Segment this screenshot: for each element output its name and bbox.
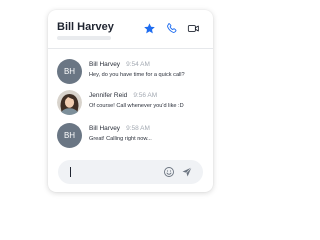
video-camera-icon[interactable] bbox=[187, 22, 200, 35]
message-text: Hey, do you have time for a quick call? bbox=[89, 72, 185, 78]
sender-name: Jennifer Reid bbox=[89, 92, 128, 99]
emoji-icon[interactable] bbox=[163, 166, 175, 178]
contact-name: Bill Harvey bbox=[57, 21, 114, 33]
message-text: Great! Calling right now... bbox=[89, 136, 152, 142]
message-time: 9:54 AM bbox=[126, 61, 150, 68]
chat-window: Bill Harvey BH Bill Harvey 9:54 AM Hey, d… bbox=[48, 10, 213, 192]
message-time: 9:58 AM bbox=[126, 125, 150, 132]
contact-status-placeholder bbox=[57, 36, 111, 40]
sender-name: Bill Harvey bbox=[89, 125, 121, 132]
avatar-initials: BH bbox=[63, 67, 76, 76]
message-item: BH Bill Harvey 9:58 AM Great! Calling rig… bbox=[57, 123, 207, 149]
message-input[interactable] bbox=[68, 164, 158, 180]
star-icon[interactable] bbox=[143, 22, 156, 35]
chat-header: Bill Harvey bbox=[48, 10, 213, 49]
message-item: Jennifer Reid 9:56 AM Of course! Call whe… bbox=[57, 90, 207, 116]
message-time: 9:56 AM bbox=[133, 92, 158, 99]
message-meta: Jennifer Reid 9:56 AM bbox=[89, 92, 157, 99]
message-composer bbox=[58, 160, 203, 184]
avatar-initials: BH bbox=[63, 131, 76, 140]
message-text: Of course! Call whenever you'd like :D bbox=[89, 103, 184, 109]
avatar[interactable]: BH bbox=[57, 123, 82, 148]
message-meta: Bill Harvey 9:54 AM bbox=[89, 61, 150, 68]
avatar[interactable] bbox=[57, 90, 82, 115]
send-icon[interactable] bbox=[181, 166, 193, 178]
sender-name: Bill Harvey bbox=[89, 61, 121, 68]
avatar-photo bbox=[57, 90, 82, 115]
text-cursor bbox=[70, 167, 71, 177]
message-item: BH Bill Harvey 9:54 AM Hey, do you have t… bbox=[57, 59, 207, 85]
phone-icon[interactable] bbox=[165, 22, 178, 35]
avatar[interactable]: BH bbox=[57, 59, 82, 84]
message-meta: Bill Harvey 9:58 AM bbox=[89, 125, 150, 132]
